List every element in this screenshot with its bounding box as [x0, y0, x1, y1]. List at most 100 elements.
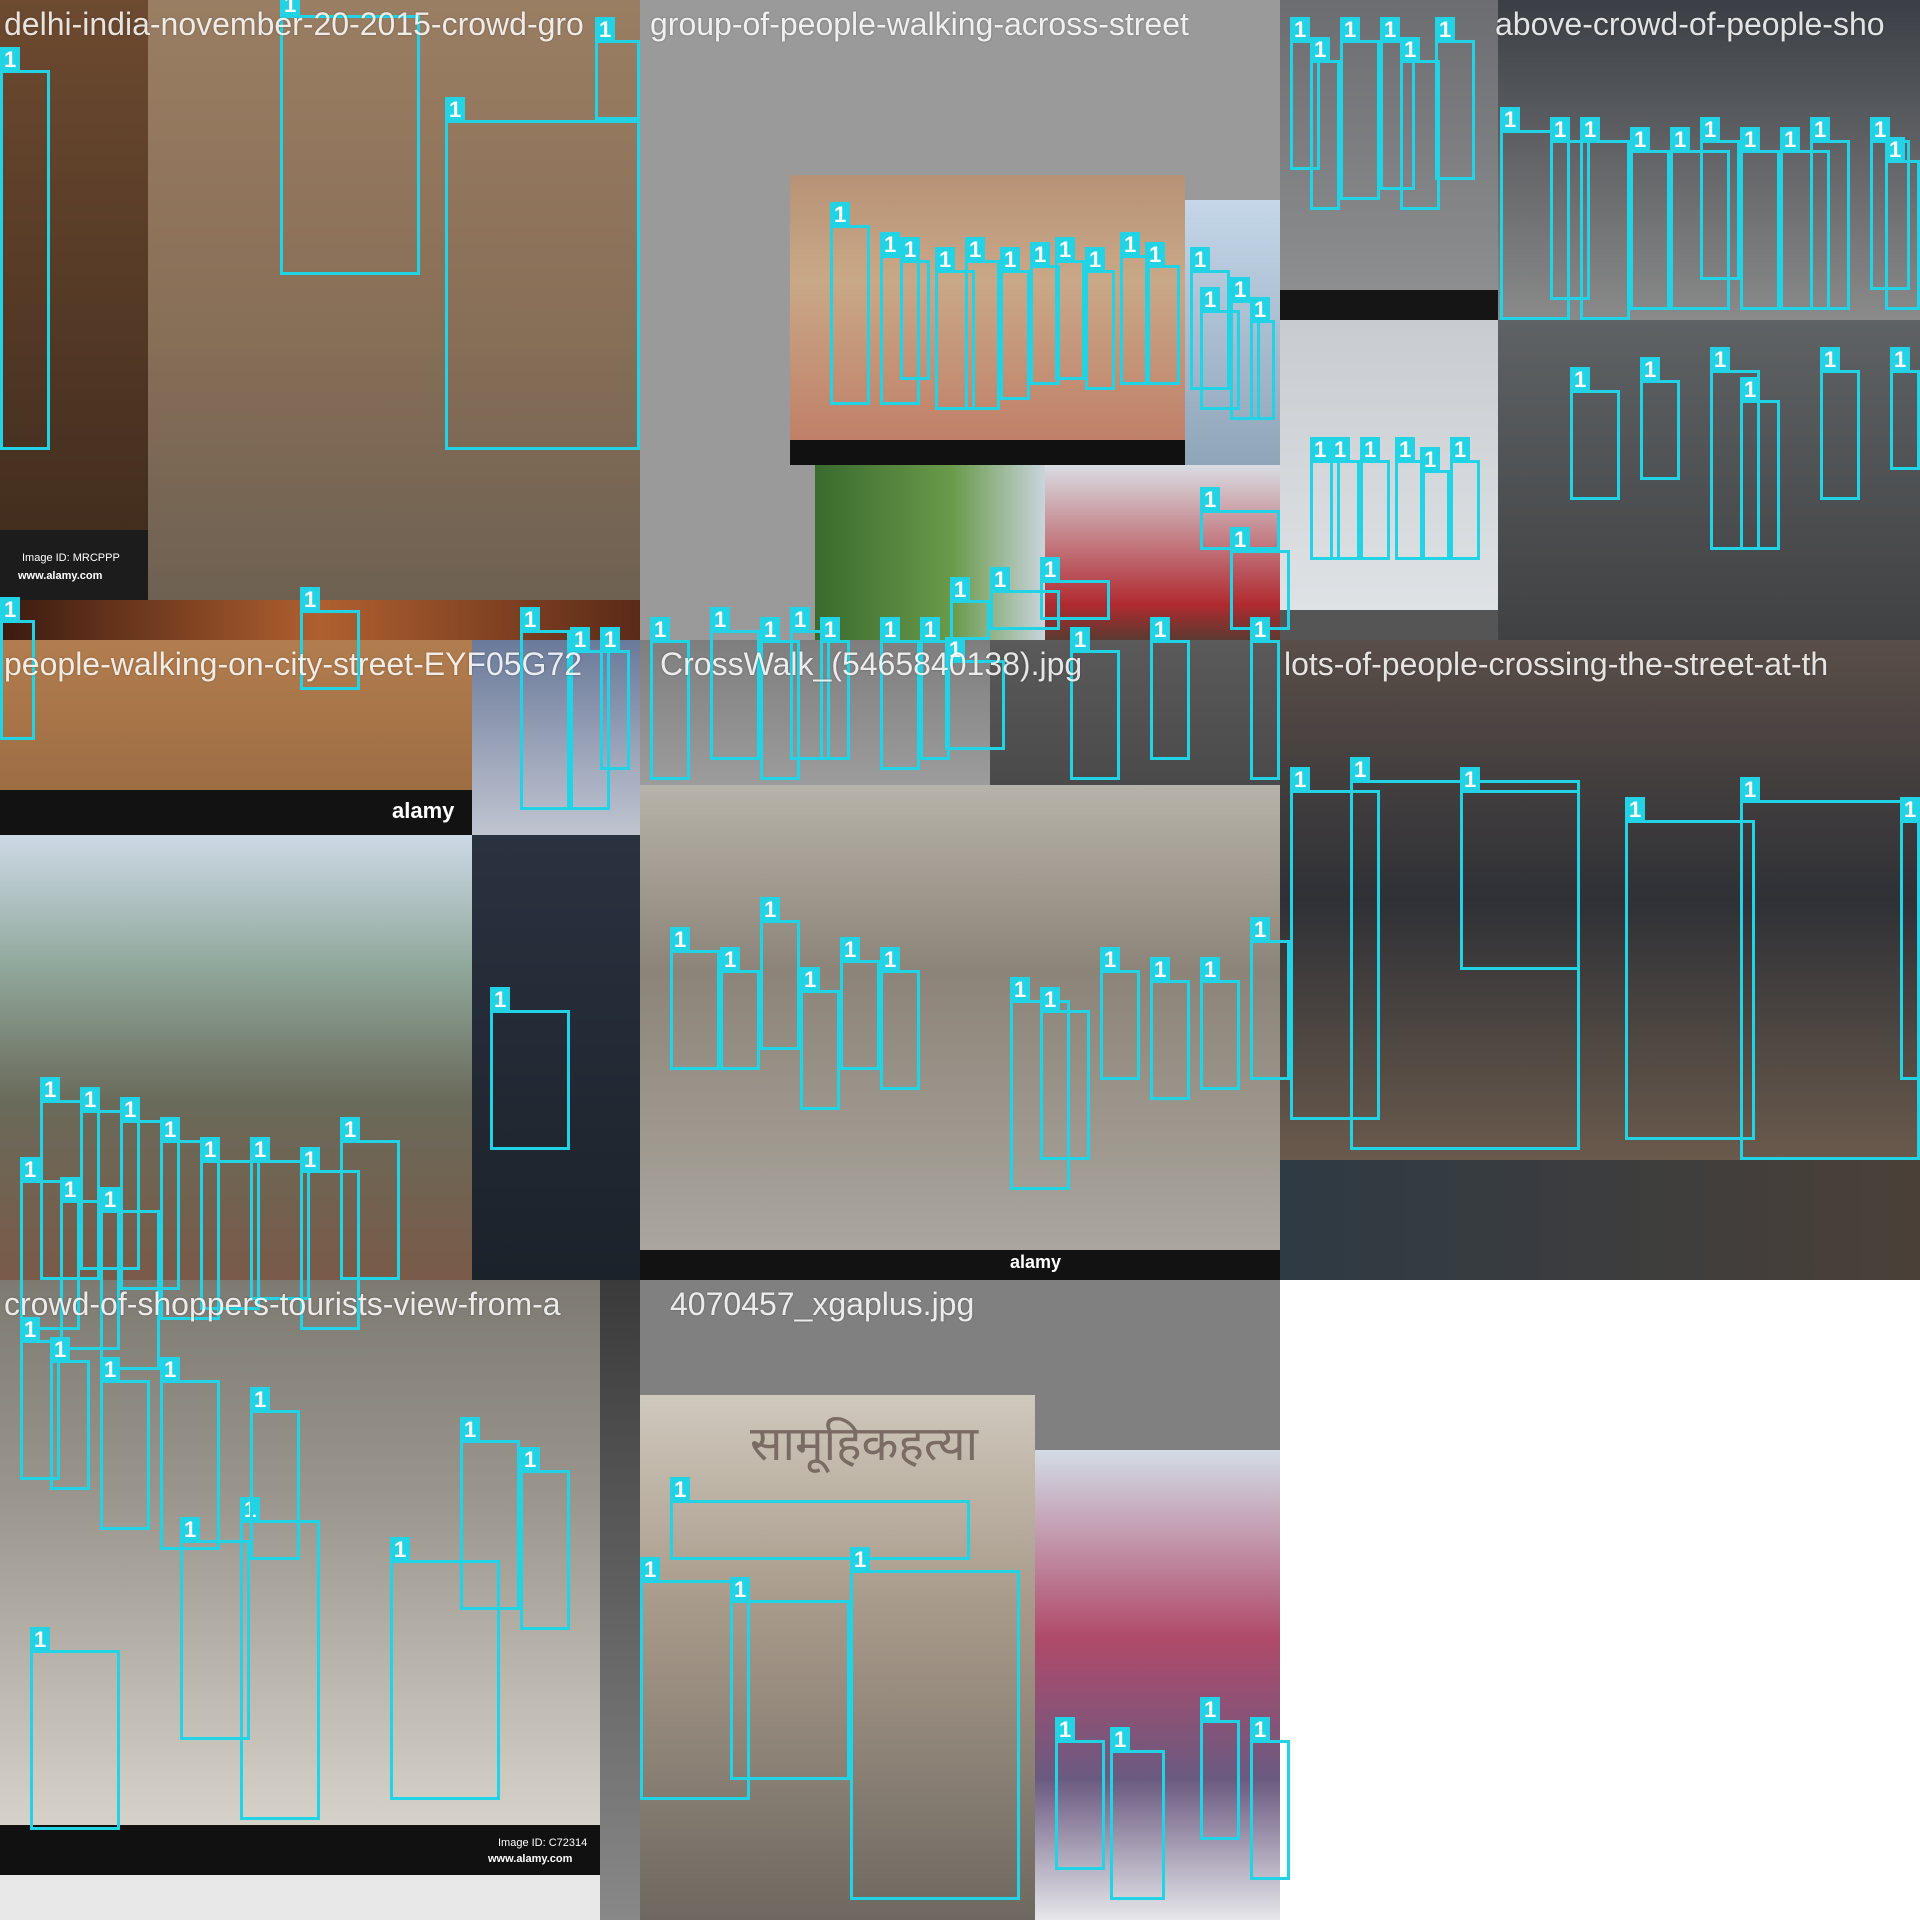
site-caption: www.alamy.com: [18, 570, 103, 582]
detection-box: 1: [30, 1627, 120, 1830]
detection-box: 1: [1000, 247, 1030, 400]
detection-box-label: 1: [1890, 347, 1911, 373]
detection-box-label: 1: [1250, 297, 1271, 323]
detection-box-label: 1: [1110, 1727, 1131, 1753]
detection-box: 1: [460, 1417, 520, 1610]
detection-box-label: 1: [120, 1097, 141, 1123]
detection-box: 1: [1435, 17, 1475, 180]
detection-box-label: 1: [1250, 617, 1271, 643]
detection-box-label: 1: [1340, 17, 1361, 43]
detection-box: 1: [670, 1477, 970, 1560]
detection-box: 1: [490, 987, 570, 1150]
detection-box: 1: [1360, 437, 1390, 560]
detection-box: 1: [1460, 767, 1580, 970]
detection-box: 1: [800, 967, 840, 1110]
detection-box-label: 1: [100, 1357, 121, 1383]
detection-box-label: 1: [1120, 232, 1141, 258]
detection-box-label: 1: [1900, 797, 1920, 823]
detection-box: 1: [730, 1577, 850, 1780]
detection-box: 1: [240, 1497, 320, 1820]
detection-box: 1: [1250, 297, 1275, 420]
detection-box-label: 1: [1400, 37, 1421, 63]
detection-box-label: 1: [40, 1077, 61, 1103]
detection-box-label: 1: [1230, 527, 1251, 553]
tile-3-title: above-crowd-of-people-sho: [1495, 6, 1885, 42]
detection-box-label: 1: [840, 937, 861, 963]
detection-box: 1: [1145, 242, 1180, 385]
detection-box-label: 1: [595, 17, 616, 43]
detection-box-label: 1: [300, 587, 321, 613]
detection-box-label: 1: [1435, 17, 1456, 43]
detection-box-label: 1: [820, 617, 841, 643]
detection-box: 1: [830, 202, 870, 405]
detection-box: 1: [1055, 1717, 1105, 1870]
detection-box: 1: [0, 47, 50, 450]
detection-box: 1: [850, 1547, 1020, 1900]
detection-box-label: 1: [1885, 137, 1906, 163]
detection-box: 1: [1085, 247, 1115, 390]
detection-box-label: 1: [1030, 242, 1051, 268]
photo-city-bottom: [1280, 1160, 1920, 1280]
detection-box-label: 1: [1230, 277, 1251, 303]
detection-box: 1: [1820, 347, 1860, 500]
detection-box-label: 1: [1055, 1717, 1076, 1743]
detection-box-label: 1: [1150, 617, 1171, 643]
detection-box: 1: [1340, 17, 1380, 200]
detection-box: 1: [1310, 37, 1340, 210]
detection-box: 1: [520, 1447, 570, 1630]
detection-box-label: 1: [1290, 17, 1311, 43]
detection-box: 1: [1640, 357, 1680, 480]
detection-box-label: 1: [790, 607, 811, 633]
photo-footer-strip: [1280, 290, 1498, 320]
detection-box-label: 1: [1810, 117, 1831, 143]
detection-box-label: 1: [1010, 977, 1031, 1003]
detection-box: 1: [100, 1357, 150, 1530]
detection-box: 1: [1890, 347, 1920, 470]
detection-box-label: 1: [1740, 777, 1761, 803]
detection-box: 1: [1110, 1727, 1165, 1900]
detection-box-label: 1: [160, 1117, 181, 1143]
detection-box-label: 1: [1450, 437, 1471, 463]
detection-box-label: 1: [1670, 127, 1691, 153]
detection-box-label: 1: [935, 247, 956, 273]
detection-box-label: 1: [920, 617, 941, 643]
detection-box: 1: [1150, 617, 1190, 760]
detection-box: 1: [1100, 947, 1140, 1080]
detection-box-label: 1: [880, 947, 901, 973]
detection-box-label: 1: [720, 947, 741, 973]
photo-footer-strip: [0, 530, 148, 600]
detection-box-label: 1: [1380, 17, 1401, 43]
detection-box-label: 1: [1420, 447, 1441, 473]
detection-box-label: 1: [50, 1337, 71, 1363]
detection-box-label: 1: [1150, 957, 1171, 983]
detection-box-label: 1: [1200, 957, 1221, 983]
detection-box: 1: [1570, 367, 1620, 500]
detection-box-label: 1: [1700, 117, 1721, 143]
detection-box-label: 1: [670, 1477, 691, 1503]
detection-box-label: 1: [520, 1447, 541, 1473]
detection-box: 1: [445, 97, 640, 450]
photo-side-strip: [600, 1280, 640, 1920]
detection-box: 1: [1200, 1697, 1240, 1840]
detection-box: 1: [1885, 137, 1920, 310]
detection-box-label: 1: [250, 1137, 271, 1163]
detection-box-label: 1: [1310, 437, 1331, 463]
detection-box-label: 1: [1580, 117, 1601, 143]
detection-box-label: 1: [1310, 37, 1331, 63]
detection-box-label: 1: [880, 232, 901, 258]
detection-box: 1: [250, 1387, 300, 1560]
detection-box: 1: [720, 947, 760, 1070]
detection-box: 1: [965, 237, 1000, 410]
detection-box-label: 1: [300, 1147, 321, 1173]
detection-box-label: 1: [1710, 347, 1731, 373]
detection-box: 1: [1580, 117, 1630, 320]
detection-box: 1: [1250, 617, 1280, 780]
detection-box-label: 1: [1820, 347, 1841, 373]
detection-box: 1: [840, 937, 880, 1070]
detection-box-label: 1: [880, 617, 901, 643]
detection-box-label: 1: [390, 1537, 411, 1563]
detection-box-label: 1: [460, 1417, 481, 1443]
image-id-caption: Image ID: MRCPPP: [22, 552, 120, 564]
detection-box-label: 1: [1085, 247, 1106, 273]
detection-box: 1: [600, 627, 630, 770]
